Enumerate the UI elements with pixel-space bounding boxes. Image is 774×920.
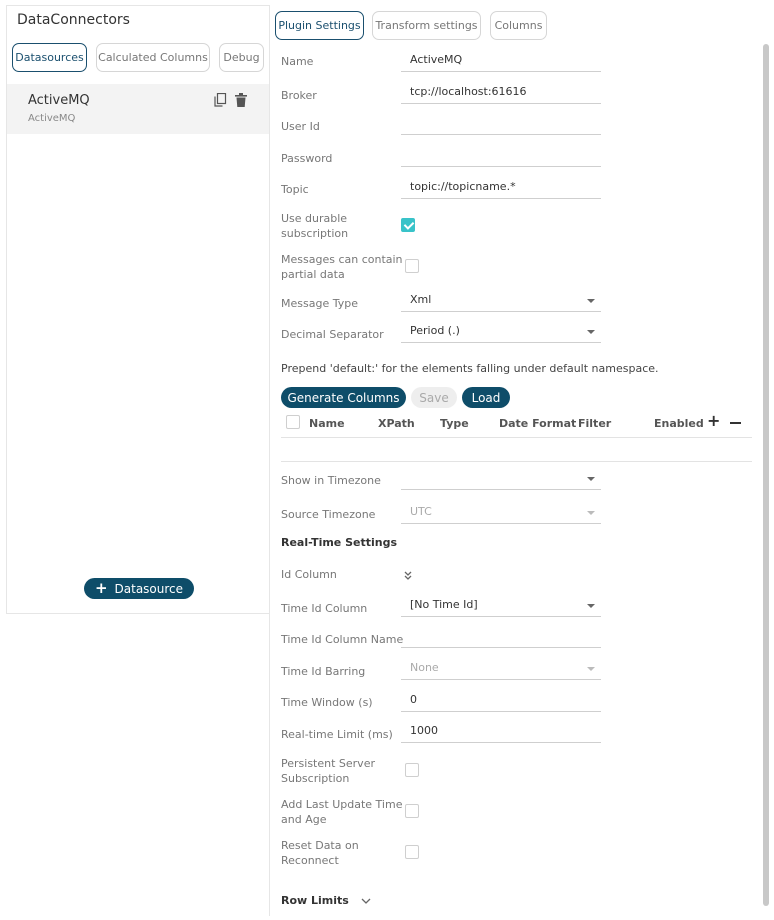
- table-bottom-divider: [281, 461, 752, 462]
- col-header-type: Type: [440, 417, 469, 430]
- password-input[interactable]: [401, 146, 601, 167]
- tab-debug[interactable]: Debug: [219, 43, 264, 72]
- topic-input[interactable]: topic://topicname.*: [401, 178, 601, 199]
- chevron-down-icon: [361, 895, 371, 908]
- decimal-separator-select[interactable]: Period (.): [401, 322, 601, 343]
- plus-icon[interactable]: +: [707, 411, 720, 430]
- col-header-enabled: Enabled: [654, 417, 704, 430]
- show-timezone-label: Show in Timezone: [281, 474, 381, 487]
- select-all-checkbox[interactable]: [286, 415, 300, 429]
- time-id-column-name-label: Time Id Column Name: [281, 633, 404, 646]
- chevron-down-icon: [587, 330, 595, 334]
- row-limits-toggle[interactable]: Row Limits: [281, 894, 371, 908]
- broker-label: Broker: [281, 89, 317, 102]
- double-chevron-down-icon[interactable]: [403, 567, 413, 580]
- last-update-label: Add Last Update Time and Age: [281, 798, 403, 826]
- chevron-down-icon: [587, 667, 595, 671]
- col-header-date-format: Date Format: [499, 417, 577, 430]
- time-id-column-name-input[interactable]: [401, 627, 601, 648]
- tab-datasources[interactable]: Datasources: [12, 43, 87, 72]
- col-header-xpath: XPath: [378, 417, 415, 430]
- source-timezone-select[interactable]: UTC: [401, 503, 601, 524]
- datasource-item-activemq[interactable]: ActiveMQ ActiveMQ: [7, 84, 269, 134]
- col-header-name: Name: [309, 417, 345, 430]
- last-update-checkbox[interactable]: [405, 804, 419, 818]
- name-label: Name: [281, 55, 314, 68]
- trash-icon[interactable]: [234, 92, 248, 108]
- chevron-down-icon: [587, 511, 595, 515]
- tab-plugin-settings[interactable]: Plugin Settings: [275, 11, 364, 40]
- user-id-input[interactable]: [401, 114, 601, 135]
- chevron-down-icon: [587, 477, 595, 481]
- decimal-separator-label: Decimal Separator: [281, 328, 384, 341]
- message-type-label: Message Type: [281, 297, 358, 310]
- durable-subscription-checkbox[interactable]: [401, 218, 415, 232]
- tab-calculated-columns[interactable]: Calculated Columns: [96, 43, 210, 72]
- partial-data-label: Messages can contain partial data: [281, 253, 403, 281]
- persistent-subscription-label: Persistent Server Subscription: [281, 757, 375, 785]
- reset-data-checkbox[interactable]: [405, 845, 419, 859]
- datasource-type: ActiveMQ: [28, 113, 76, 124]
- minus-icon[interactable]: [730, 422, 741, 424]
- namespace-note: Prepend 'default:' for the elements fall…: [281, 362, 659, 375]
- chevron-down-icon: [587, 604, 595, 608]
- realtime-settings-title: Real-Time Settings: [281, 536, 398, 549]
- tab-transform-settings[interactable]: Transform settings: [372, 11, 481, 40]
- add-datasource-button[interactable]: + Datasource: [84, 578, 194, 599]
- broker-input[interactable]: tcp://localhost:61616: [401, 83, 601, 104]
- time-id-column-select[interactable]: [No Time Id]: [401, 596, 601, 617]
- user-id-label: User Id: [281, 120, 320, 133]
- col-header-filter: Filter: [578, 417, 612, 430]
- datasource-sidebar: DataConnectors Datasources Calculated Co…: [6, 5, 270, 614]
- plus-icon: +: [94, 579, 108, 597]
- id-column-label: Id Column: [281, 568, 337, 581]
- add-datasource-label: Datasource: [114, 581, 184, 596]
- show-timezone-select[interactable]: [401, 469, 601, 490]
- time-id-barring-label: Time Id Barring: [281, 665, 366, 678]
- app-title: DataConnectors: [17, 12, 130, 28]
- password-label: Password: [281, 152, 333, 165]
- durable-subscription-label: Use durable subscription: [281, 212, 349, 240]
- persistent-subscription-checkbox[interactable]: [405, 763, 419, 777]
- reset-data-label: Reset Data on Reconnect: [281, 839, 359, 867]
- tab-columns[interactable]: Columns: [490, 11, 547, 40]
- source-timezone-label: Source Timezone: [281, 508, 376, 521]
- realtime-limit-input[interactable]: 1000: [401, 722, 601, 743]
- table-header-divider: [281, 437, 752, 438]
- datasource-name: ActiveMQ: [28, 93, 90, 108]
- copy-icon[interactable]: [213, 92, 227, 108]
- realtime-limit-label: Real-time Limit (ms): [281, 728, 393, 741]
- time-window-label: Time Window (s): [281, 696, 373, 709]
- time-id-column-label: Time Id Column: [281, 602, 368, 615]
- chevron-down-icon: [587, 299, 595, 303]
- generate-columns-button[interactable]: Generate Columns: [281, 387, 406, 408]
- message-type-select[interactable]: Xml: [401, 291, 601, 312]
- topic-label: Topic: [281, 183, 309, 196]
- save-button[interactable]: Save: [411, 387, 457, 408]
- vertical-scrollbar[interactable]: [763, 44, 769, 906]
- name-input[interactable]: ActiveMQ: [401, 51, 601, 72]
- partial-data-checkbox[interactable]: [405, 259, 419, 273]
- load-button[interactable]: Load: [462, 387, 510, 408]
- time-window-input[interactable]: 0: [401, 691, 601, 712]
- time-id-barring-select[interactable]: None: [401, 659, 601, 680]
